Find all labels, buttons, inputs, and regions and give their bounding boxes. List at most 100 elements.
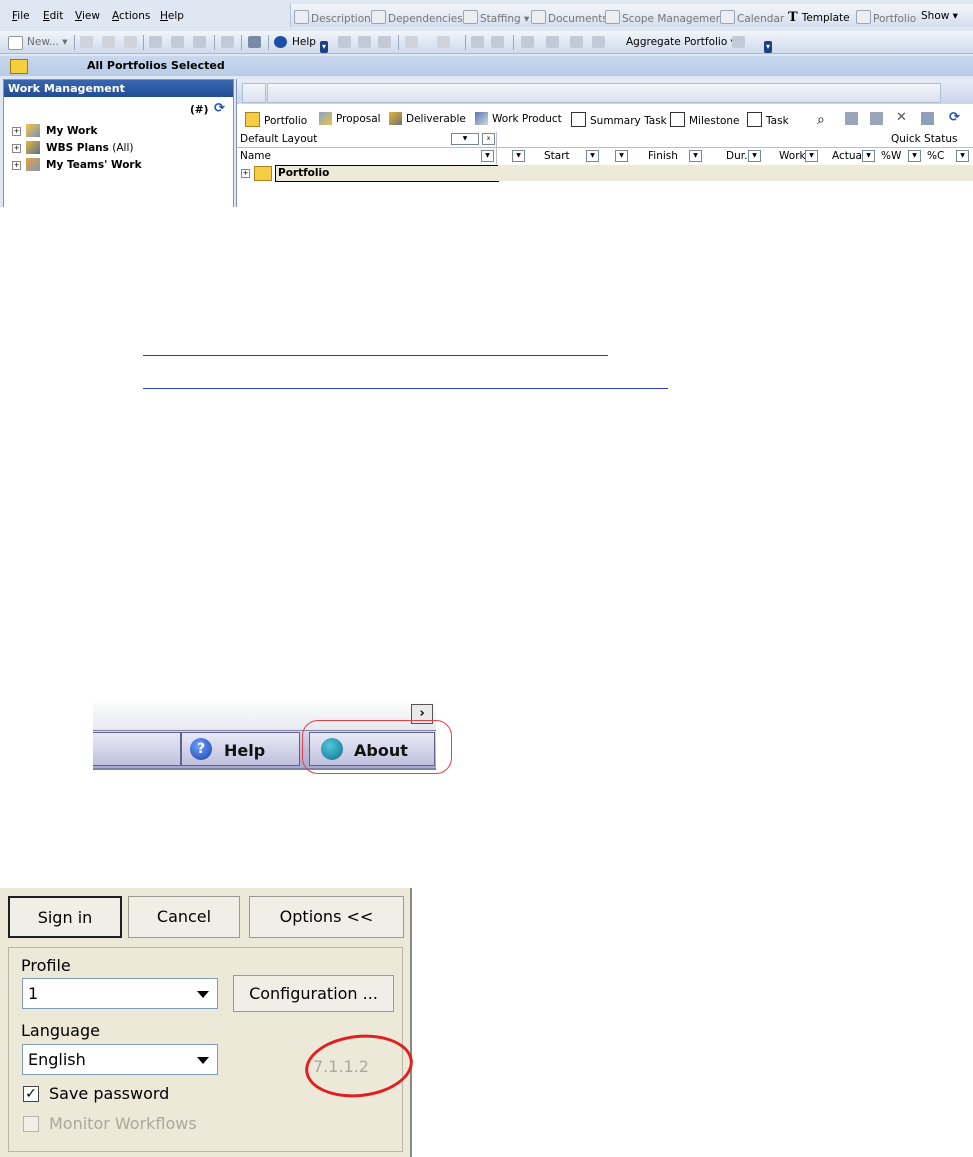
help-button[interactable]: Help	[292, 36, 316, 48]
print-icon[interactable]	[491, 36, 504, 48]
description-button[interactable]: Description	[294, 10, 371, 25]
cut-icon[interactable]	[80, 36, 93, 48]
percent-work-column-header[interactable]: %W	[881, 150, 901, 162]
hyperlink-2[interactable]	[143, 388, 668, 389]
expand-icon[interactable]: +	[241, 169, 250, 178]
indent-icon[interactable]	[149, 36, 162, 48]
view-tab[interactable]	[242, 83, 266, 103]
milestone-type-button[interactable]: Milestone	[670, 112, 739, 127]
refresh-view-icon[interactable]: ⟳	[949, 110, 960, 125]
tree-item-wbs-plans[interactable]: + WBS Plans (All)	[12, 141, 133, 154]
work-column-dropdown[interactable]: ▼	[805, 150, 818, 162]
portfolio-type-button[interactable]: Portfolio	[245, 112, 307, 127]
filter-remove-icon[interactable]	[378, 36, 391, 48]
expand-icon[interactable]: +	[12, 144, 21, 153]
save-password-checkbox[interactable]: ✓	[23, 1086, 39, 1102]
new-document-icon[interactable]	[8, 36, 23, 50]
configuration-button[interactable]: Configuration ...	[233, 975, 394, 1012]
percent-complete-column-header[interactable]: %C	[927, 150, 944, 162]
delete-icon[interactable]	[221, 36, 234, 48]
language-select[interactable]: English	[22, 1044, 218, 1075]
scope-management-button[interactable]: Scope Management	[605, 10, 727, 25]
proposal-type-button[interactable]: Proposal	[319, 112, 381, 125]
item-count-label[interactable]: (#)	[190, 104, 208, 116]
locate-icon[interactable]	[870, 112, 883, 125]
menu-help[interactable]: Help	[160, 10, 184, 22]
layout-icon[interactable]	[592, 36, 605, 48]
column-dropdown[interactable]: ▼	[615, 150, 628, 162]
menu-view[interactable]: View	[75, 10, 100, 22]
move-icon[interactable]	[193, 36, 206, 48]
calendar-button[interactable]: Calendar	[720, 10, 784, 25]
tree-item-my-teams-work[interactable]: + My Teams' Work	[12, 158, 142, 171]
name-column-dropdown[interactable]: ▼	[481, 150, 494, 162]
chart-options-icon[interactable]	[732, 36, 745, 48]
expand-icon[interactable]: +	[12, 161, 21, 170]
collapse-icon[interactable]	[437, 36, 450, 48]
finish-column-dropdown[interactable]: ▼	[689, 150, 702, 162]
percent-work-column-dropdown[interactable]: ▼	[908, 150, 921, 162]
search-icon[interactable]: ⌕	[817, 112, 825, 128]
finish-column-header[interactable]: Finish	[648, 150, 678, 162]
options-button[interactable]: Options <<	[249, 896, 404, 938]
start-column-header[interactable]: Start	[544, 150, 570, 162]
cancel-button[interactable]: Cancel	[128, 896, 240, 938]
filter-icon[interactable]	[338, 36, 351, 48]
actual-column-dropdown[interactable]: ▼	[862, 150, 875, 162]
assign-icon[interactable]	[546, 36, 559, 48]
link-icon[interactable]	[471, 36, 484, 48]
deliverable-type-button[interactable]: Deliverable	[389, 112, 466, 125]
menu-file[interactable]: File	[12, 10, 30, 22]
tree-item-my-work[interactable]: + My Work	[12, 124, 98, 137]
duration-column-header[interactable]: Dur.	[726, 150, 747, 162]
help-icon[interactable]	[274, 36, 287, 48]
documents-button[interactable]: Documents	[531, 10, 608, 25]
work-product-type-button[interactable]: Work Product	[475, 112, 562, 125]
aggregate-portfolio-dropdown[interactable]: Aggregate Portfolio ▾	[626, 36, 736, 48]
refresh-icon[interactable]: ⟳	[214, 101, 225, 116]
refresh-icon[interactable]	[248, 36, 261, 48]
view-tab[interactable]	[267, 83, 941, 103]
new-dropdown[interactable]: New... ▾	[27, 36, 68, 48]
column-dropdown[interactable]: ▼	[512, 150, 525, 162]
close-icon[interactable]: ✕	[896, 110, 907, 125]
previous-nav-button[interactable]	[93, 732, 181, 766]
portfolio-selection-icon[interactable]	[10, 59, 28, 74]
staffing-button[interactable]: Staffing ▾	[463, 10, 529, 25]
toolbar-overflow-grip-2[interactable]: ▾	[764, 41, 772, 53]
work-column-header[interactable]: Work	[779, 150, 806, 162]
resource-icon[interactable]	[521, 36, 534, 48]
duration-column-dropdown[interactable]: ▼	[748, 150, 761, 162]
expand-icon[interactable]	[405, 36, 418, 48]
template-button[interactable]: T Template	[788, 10, 850, 25]
hyperlink-1[interactable]	[143, 355, 608, 356]
profile-select[interactable]: 1	[22, 978, 218, 1009]
menu-actions[interactable]: Actions	[112, 10, 150, 22]
help-nav-button[interactable]: ? Help	[181, 732, 300, 766]
copy-icon[interactable]	[102, 36, 115, 48]
paste-icon[interactable]	[124, 36, 137, 48]
toolbar-overflow-grip[interactable]: ▾	[320, 41, 328, 53]
sign-in-button[interactable]: Sign in	[8, 896, 122, 938]
outdent-icon[interactable]	[171, 36, 184, 48]
monitor-workflows-checkbox[interactable]	[23, 1116, 39, 1132]
table-row[interactable]: + Portfolio	[237, 165, 499, 182]
filter-add-icon[interactable]	[358, 36, 371, 48]
percent-complete-column-dropdown[interactable]: ▼	[956, 150, 969, 162]
summary-task-type-button[interactable]: Summary Task	[571, 112, 667, 127]
close-layout-icon[interactable]: x	[482, 133, 495, 145]
name-column-header[interactable]: Name	[240, 150, 271, 162]
find-icon[interactable]	[845, 112, 858, 125]
show-dropdown[interactable]: Show ▾	[921, 10, 958, 22]
baseline-icon[interactable]	[570, 36, 583, 48]
actual-column-header[interactable]: Actual	[832, 150, 865, 162]
expand-icon[interactable]: +	[12, 127, 21, 136]
start-column-dropdown[interactable]: ▼	[586, 150, 599, 162]
layout-dropdown[interactable]: ▼	[451, 133, 479, 145]
settings-icon[interactable]	[921, 112, 934, 125]
dependencies-button[interactable]: Dependencies	[371, 10, 463, 25]
menu-edit[interactable]: Edit	[43, 10, 63, 22]
task-type-button[interactable]: Task	[747, 112, 789, 127]
question-mark-glyph: ?	[196, 741, 206, 757]
portfolio-view-button[interactable]: Portfolio	[856, 10, 916, 25]
